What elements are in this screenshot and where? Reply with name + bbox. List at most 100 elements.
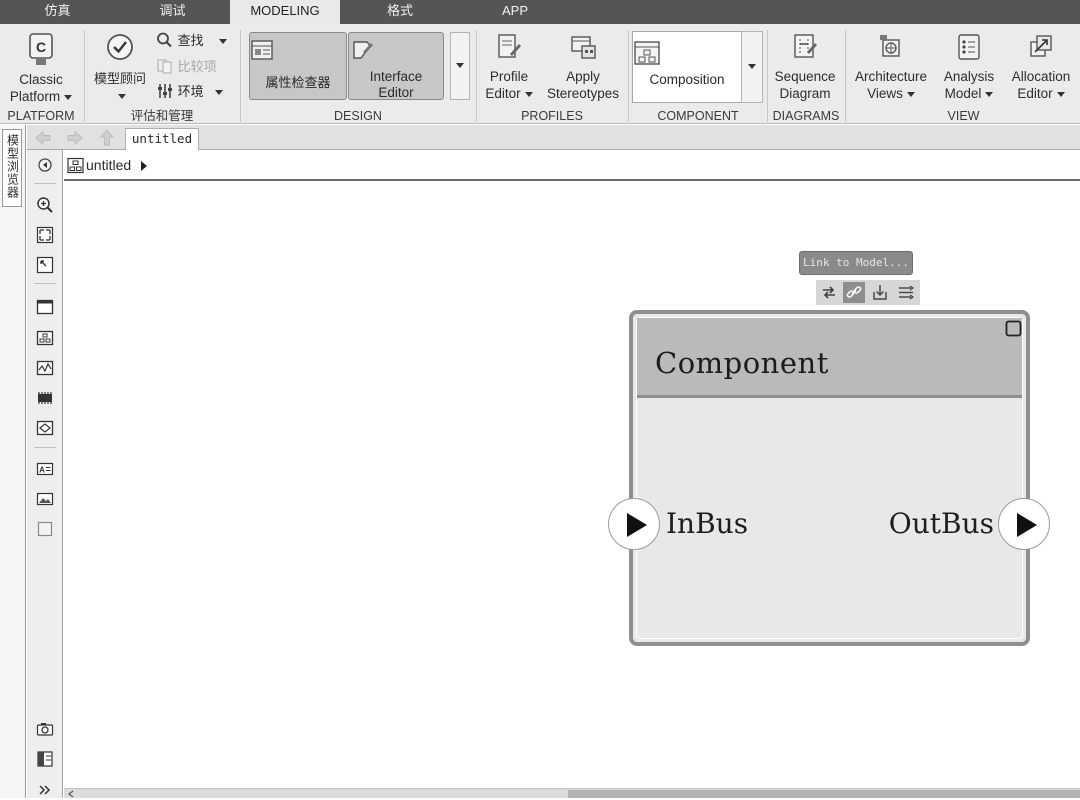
interface-editor-label: Interface Editor xyxy=(369,69,423,100)
group-label-diagrams: DIAGRAMS xyxy=(772,109,840,123)
chevron-down-icon xyxy=(1056,91,1065,97)
sequence-diagram-label-2: Diagram xyxy=(779,86,831,101)
image-icon[interactable] xyxy=(35,489,55,509)
group-divider xyxy=(628,30,629,122)
property-inspector-button[interactable]: 属性检查器 xyxy=(249,32,347,100)
fit-to-view-icon[interactable] xyxy=(35,225,55,245)
environment-button[interactable]: 环境 xyxy=(156,83,236,103)
profile-editor-label-2: Editor xyxy=(480,85,538,102)
play-arrow-icon xyxy=(1017,513,1037,537)
profile-editor-button[interactable]: Profile Editor xyxy=(480,32,538,102)
annotation-icon[interactable]: A xyxy=(35,459,55,479)
back-arrow-icon[interactable] xyxy=(33,129,53,147)
forward-arrow-icon[interactable] xyxy=(65,129,85,147)
component-title[interactable]: Component xyxy=(655,346,829,380)
behavior-block-icon[interactable] xyxy=(35,358,55,378)
composition-button[interactable]: Composition xyxy=(632,31,742,103)
port-list-icon[interactable] xyxy=(895,282,917,303)
component-header: Component xyxy=(637,318,1022,398)
component-action-bar xyxy=(816,280,920,305)
ribbon: C Classic Platform PLATFORM 模型顾问 查找 比较项 xyxy=(0,24,1080,124)
tab-debug[interactable]: 调试 xyxy=(115,0,230,24)
apply-stereotypes-button[interactable]: Apply Stereotypes xyxy=(544,32,622,102)
tab-app[interactable]: APP xyxy=(460,0,570,24)
editor-tab-bar: untitled xyxy=(27,125,1080,150)
compare-icon xyxy=(157,59,172,74)
svg-text:A: A xyxy=(39,466,45,475)
horizontal-scrollbar[interactable] xyxy=(64,788,1080,798)
search-icon xyxy=(157,32,172,48)
out-port[interactable] xyxy=(998,498,1050,550)
classic-platform-icon: C xyxy=(29,33,53,65)
tab-format[interactable]: 格式 xyxy=(340,0,460,24)
area-icon[interactable] xyxy=(35,519,55,539)
component-gallery-dropdown[interactable] xyxy=(741,31,763,103)
composition-block-icon[interactable] xyxy=(35,328,55,348)
find-button[interactable]: 查找 xyxy=(156,32,236,52)
tab-simulation[interactable]: 仿真 xyxy=(0,0,115,24)
property-panel-icon[interactable] xyxy=(35,749,55,769)
group-divider xyxy=(84,30,85,122)
composition-label: Composition xyxy=(649,72,725,87)
sequence-diagram-label-1: Sequence xyxy=(774,69,836,84)
property-inspector-label: 属性检查器 xyxy=(265,75,331,90)
camera-icon[interactable] xyxy=(35,719,55,739)
scrollbar-thumb[interactable] xyxy=(568,790,1080,798)
chevron-right-icon[interactable] xyxy=(140,160,148,172)
architecture-views-label-2: Views xyxy=(849,85,933,102)
tab-modeling[interactable]: MODELING xyxy=(230,0,340,24)
compare-label: 比较项 xyxy=(177,59,217,74)
sequence-diagram-button[interactable]: Sequence Diagram xyxy=(770,32,840,102)
model-browser-tab[interactable]: 模型浏览器 xyxy=(2,129,22,207)
svg-text:C: C xyxy=(36,39,46,55)
group-divider xyxy=(240,30,241,122)
interface-editor-button[interactable]: Interface Editor xyxy=(348,32,444,100)
up-arrow-icon[interactable] xyxy=(97,129,117,147)
zoom-in-icon[interactable] xyxy=(35,195,55,215)
software-component-icon[interactable] xyxy=(35,388,55,408)
breadcrumb-model-name[interactable]: untitled xyxy=(86,157,131,173)
swap-arrows-icon[interactable] xyxy=(818,282,840,303)
link-icon[interactable] xyxy=(843,282,865,303)
scroll-left-icon[interactable] xyxy=(67,790,75,798)
model-advisor-dropdown[interactable] xyxy=(90,87,150,104)
group-label-platform: PLATFORM xyxy=(7,109,75,123)
compare-button[interactable]: 比较项 xyxy=(156,58,236,78)
group-label-component: COMPONENT xyxy=(657,109,739,123)
apply-stereotypes-icon xyxy=(571,36,596,59)
expand-palette-icon[interactable] xyxy=(35,780,55,800)
model-icon xyxy=(67,157,84,174)
variant-block-icon[interactable] xyxy=(35,418,55,438)
classic-platform-button[interactable]: C Classic Platform xyxy=(5,32,77,105)
square-icon[interactable] xyxy=(1005,320,1022,337)
profile-editor-icon xyxy=(498,34,521,58)
composition-icon xyxy=(634,41,660,65)
chevron-down-icon xyxy=(906,91,915,97)
check-circle-icon xyxy=(107,34,133,60)
analysis-model-button[interactable]: Analysis Model xyxy=(937,32,1001,102)
allocation-editor-button[interactable]: Allocation Editor xyxy=(1005,32,1077,102)
link-to-model-button[interactable]: Link to Model... xyxy=(799,251,913,275)
hide-browser-icon[interactable] xyxy=(35,155,55,175)
in-port[interactable] xyxy=(608,498,660,550)
chevron-down-icon xyxy=(215,90,224,96)
document-tab[interactable]: untitled xyxy=(125,128,199,150)
group-label-evaluate: 评估和管理 xyxy=(130,109,194,123)
zoom-to-selection-icon[interactable] xyxy=(35,255,55,275)
import-icon[interactable] xyxy=(869,282,891,303)
group-label-profiles: PROFILES xyxy=(521,109,583,123)
component-block[interactable]: Component InBus OutBus xyxy=(629,310,1030,646)
architecture-views-label-1: Architecture xyxy=(854,69,928,84)
chevron-down-icon xyxy=(748,64,756,69)
architecture-views-button[interactable]: Architecture Views xyxy=(849,32,933,102)
design-gallery-dropdown[interactable] xyxy=(450,32,470,100)
property-inspector-icon xyxy=(251,40,273,60)
classic-platform-label-2: Platform xyxy=(5,88,77,105)
component-block-icon[interactable] xyxy=(35,297,55,317)
classic-platform-label-1: Classic xyxy=(19,72,63,87)
model-advisor-button[interactable]: 模型顾问 xyxy=(90,32,150,104)
sliders-icon xyxy=(158,84,172,98)
group-divider xyxy=(845,30,846,122)
in-port-label: InBus xyxy=(666,507,749,540)
apply-stereotypes-label-1: Apply xyxy=(566,69,600,84)
